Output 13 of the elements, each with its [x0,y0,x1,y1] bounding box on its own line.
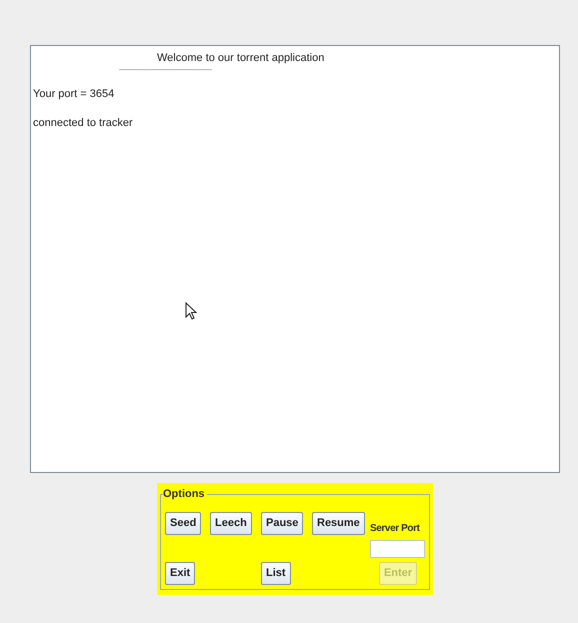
option-button[interactable]: Seed [165,512,202,535]
option-button[interactable]: Pause [261,512,304,535]
mouse-pointer-icon [185,302,197,320]
welcome-heading: Welcome to our torrent application [156,51,326,66]
option-button[interactable]: Resume [312,512,365,535]
server-port-field[interactable] [370,540,425,558]
options-legend: Options [163,486,207,502]
server-port-label: Server Port [370,522,421,536]
option-button[interactable]: Leech [210,512,252,535]
console-line: connected to tracker [33,116,134,131]
console-line: Your port = 3654 [33,86,116,102]
option-button[interactable]: List [261,562,291,585]
option-button[interactable]: Exit [165,562,196,585]
